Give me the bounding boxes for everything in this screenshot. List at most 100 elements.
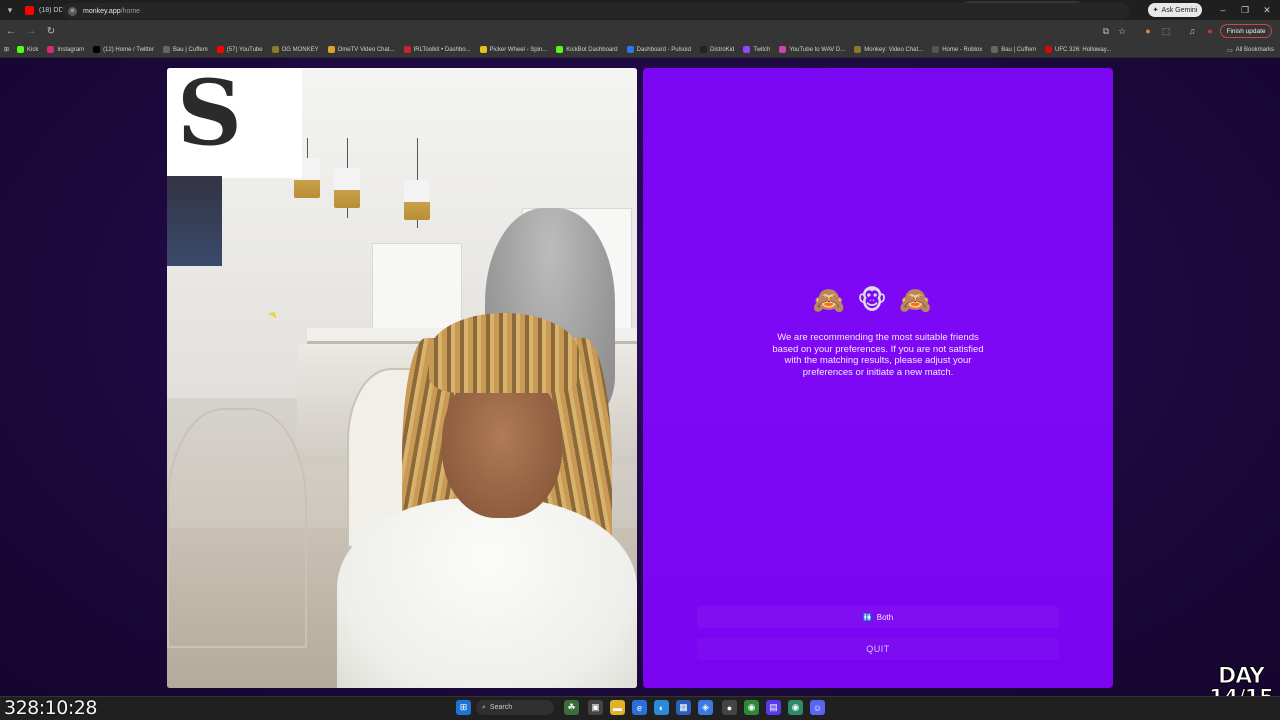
bookmark-favicon-icon bbox=[854, 46, 862, 53]
back-arrow-icon[interactable]: ← bbox=[2, 22, 20, 40]
media-controls-icon[interactable]: ♫ bbox=[1184, 23, 1200, 39]
minimize-window-icon[interactable]: – bbox=[1212, 0, 1234, 20]
bookmark-favicon-icon bbox=[17, 46, 25, 53]
reload-icon[interactable]: ↻ bbox=[42, 22, 60, 40]
all-bookmarks-button[interactable]: ▭ All Bookmarks bbox=[1227, 42, 1274, 58]
chrome-icon[interactable]: ◉ bbox=[744, 700, 759, 715]
bookmark-favicon-icon bbox=[327, 46, 335, 53]
bookmark-label: Bau | Cuffem bbox=[1001, 46, 1037, 53]
taskbar-search-box[interactable]: ⌕ Search bbox=[476, 700, 554, 715]
bookmark-label: DistroKid bbox=[709, 46, 735, 53]
bookmark-item[interactable]: Dashboard - Pulsoid bbox=[626, 46, 691, 53]
bookmark-favicon-icon bbox=[271, 46, 279, 53]
bookmark-item[interactable]: Picker Wheel - Spin... bbox=[479, 46, 548, 53]
bookmark-label: Twitch bbox=[753, 46, 771, 53]
file-explorer-icon[interactable]: ▬ bbox=[610, 700, 625, 715]
bookmark-item[interactable]: (57) YouTube bbox=[216, 46, 263, 53]
bookmark-item[interactable]: YouTube to WAV D... bbox=[779, 46, 845, 53]
bookmark-item[interactable]: UFC 326: Holloway... bbox=[1045, 46, 1111, 53]
chrome-profile-icon[interactable]: ◉ bbox=[788, 700, 803, 715]
bookmark-star-icon[interactable]: ☆ bbox=[1114, 23, 1130, 39]
gemini-sparkle-icon: ✦ bbox=[1152, 7, 1159, 14]
bookmark-label: (57) YouTube bbox=[226, 46, 263, 53]
bookmark-label: Monkey: Video Chat... bbox=[864, 46, 924, 53]
taskbar-search-label: Search bbox=[489, 704, 513, 711]
bookmark-item[interactable]: Bau | Cuffem bbox=[991, 46, 1036, 53]
video-cabinet bbox=[372, 243, 462, 333]
bookmark-favicon-icon bbox=[1045, 46, 1053, 53]
install-app-icon[interactable]: ⧉ bbox=[1098, 23, 1114, 39]
bookmark-label: Kick bbox=[27, 46, 39, 53]
video-person-hair bbox=[429, 313, 579, 393]
search-icon: ⌕ bbox=[482, 703, 486, 711]
restroom-icon: 🚻 bbox=[862, 612, 873, 622]
profile-avatar[interactable]: ● bbox=[1202, 23, 1218, 39]
all-bookmarks-label: All Bookmarks bbox=[1235, 47, 1274, 53]
tab-search-chevron-icon[interactable]: ▾ bbox=[0, 0, 20, 20]
video-person-shirt bbox=[337, 498, 637, 688]
bookmark-favicon-icon bbox=[47, 46, 55, 53]
bookmark-favicon-icon bbox=[991, 46, 999, 53]
edge-icon[interactable]: ◐ bbox=[654, 700, 669, 715]
bookmark-item[interactable]: Instagram bbox=[47, 46, 84, 53]
ask-gemini-label: Ask Gemini bbox=[1161, 6, 1198, 14]
url-path: /home bbox=[120, 7, 141, 15]
finish-update-button[interactable]: Finish update bbox=[1220, 24, 1272, 38]
store-icon[interactable]: ▦ bbox=[676, 700, 691, 715]
extensions-puzzle-icon[interactable]: ⬚ bbox=[1158, 23, 1174, 39]
obs-icon[interactable]: ● bbox=[722, 700, 737, 715]
bookmark-label: OmeTV Video Chat... bbox=[337, 46, 395, 53]
local-video-feed: S bbox=[167, 68, 637, 688]
site-info-icon[interactable]: ⊙ bbox=[68, 6, 77, 16]
ask-gemini-button[interactable]: ✦ Ask Gemini bbox=[1148, 3, 1202, 17]
bookmark-favicon-icon bbox=[93, 46, 101, 53]
bookmark-item[interactable]: Kick bbox=[17, 46, 38, 53]
bookmark-item[interactable]: OmeTV Video Chat... bbox=[327, 46, 395, 53]
bookmark-item[interactable]: Home - Roblox bbox=[932, 46, 982, 53]
gender-preference-label: Both bbox=[876, 612, 894, 622]
edge-browser-icon[interactable]: e bbox=[632, 700, 647, 715]
close-window-icon[interactable]: ✕ bbox=[1256, 0, 1278, 20]
app-grid-icon[interactable]: ▤ bbox=[766, 700, 781, 715]
bookmark-label: Instagram bbox=[57, 46, 85, 53]
bookmark-label: Bau | Cuffem bbox=[172, 46, 208, 53]
bookmark-label: YouTube to WAV D... bbox=[789, 46, 846, 53]
bookmark-label: Home - Roblox bbox=[942, 46, 983, 53]
widgets-icon[interactable]: ☘ bbox=[564, 700, 579, 715]
bookmark-favicon-icon bbox=[556, 46, 564, 53]
video-neon-sign bbox=[167, 176, 222, 266]
quit-button[interactable]: QUIT bbox=[697, 638, 1059, 660]
bookmark-favicon-icon bbox=[626, 46, 634, 53]
bookmarks-bar: ⊞ Kick Instagram (12) Home / Twitter Bau | … bbox=[0, 42, 1280, 58]
app-icon[interactable]: ◈ bbox=[698, 700, 713, 715]
gender-preference-button[interactable]: 🚻 Both bbox=[697, 606, 1059, 628]
bookmark-label: Picker Wheel - Spin... bbox=[489, 46, 548, 53]
bookmark-item[interactable]: OG MONKEY bbox=[271, 46, 319, 53]
bookmark-item[interactable]: Monkey: Video Chat... bbox=[854, 46, 923, 53]
bookmark-item[interactable]: DistroKid bbox=[699, 46, 735, 53]
recommendation-message: We are recommending the most suitable fr… bbox=[772, 332, 984, 378]
video-chair bbox=[167, 408, 307, 648]
bookmark-label: UFC 326: Holloway... bbox=[1055, 46, 1112, 53]
bookmark-favicon-icon bbox=[743, 46, 751, 53]
bookmark-label: KickBot Dashboard bbox=[566, 46, 618, 53]
maximize-window-icon[interactable]: ❐ bbox=[1234, 0, 1256, 20]
forward-arrow-icon[interactable]: → bbox=[22, 22, 40, 40]
extension-icon[interactable]: ● bbox=[1140, 23, 1156, 39]
url-host: monkey.app bbox=[83, 7, 121, 15]
bookmark-item[interactable]: KickBot Dashboard bbox=[556, 46, 618, 53]
windows-start-icon[interactable]: ⊞ bbox=[456, 700, 471, 715]
bookmark-item[interactable]: Bau | Cuffem bbox=[162, 46, 208, 53]
bookmark-favicon-icon bbox=[216, 46, 224, 53]
bookmark-item[interactable]: (12) Home / Twitter bbox=[93, 46, 154, 53]
bookmark-item[interactable]: IRLToolkit • Dashbo... bbox=[403, 46, 471, 53]
task-view-icon[interactable]: ▣ bbox=[588, 700, 603, 715]
bookmark-item[interactable]: Twitch bbox=[743, 46, 770, 53]
video-pendant-light bbox=[334, 168, 360, 208]
browser-toolbar: ← → ↻ bbox=[0, 20, 1280, 42]
video-pendant-light bbox=[404, 180, 430, 220]
address-bar[interactable]: ⊙ monkey.app/home bbox=[62, 3, 1130, 19]
apps-grid-icon[interactable]: ⊞ bbox=[4, 46, 9, 53]
youtube-icon bbox=[25, 5, 34, 15]
discord-icon[interactable]: ☺ bbox=[810, 700, 825, 715]
